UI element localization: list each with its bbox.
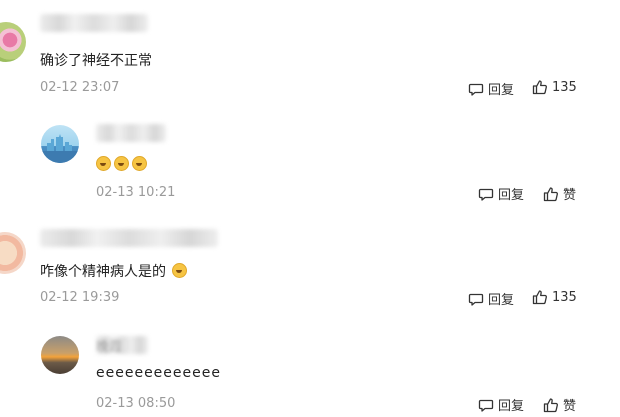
like-button[interactable]: 赞 [543, 184, 576, 203]
smile-emoji-icon [172, 263, 188, 278]
thumbs-up-icon [543, 186, 558, 201]
username[interactable] [96, 124, 166, 142]
city-skyline-icon [41, 134, 79, 163]
username[interactable] [40, 229, 218, 247]
comment-item: 确诊了神经不正常 02-12 23:07 回复 135 [0, 0, 620, 112]
like-button[interactable]: 135 [532, 79, 577, 95]
like-button[interactable]: 135 [532, 289, 577, 305]
laugh-cry-emoji-icon [114, 156, 129, 171]
like-count: 135 [552, 79, 577, 95]
thumbs-up-icon [543, 397, 558, 412]
comment-time: 02-12 23:07 [40, 80, 120, 95]
reply-button[interactable]: 回复 [478, 184, 524, 203]
avatar[interactable] [0, 22, 26, 62]
reply-item: 02-13 10:21 回复 赞 [0, 112, 620, 210]
username-partial: 晚霞 [96, 340, 123, 355]
comment-icon [478, 188, 494, 201]
reply-time: 02-13 08:50 [96, 396, 176, 411]
reply-label: 回复 [488, 293, 515, 308]
comment-text: 咋像个精神病人是的 [40, 261, 190, 281]
avatar[interactable] [41, 125, 79, 163]
like-label: 赞 [563, 188, 577, 203]
reply-time: 02-13 10:21 [96, 185, 176, 200]
reply-button[interactable]: 回复 [478, 395, 524, 414]
comment-item: 咋像个精神病人是的 02-12 19:39 回复 135 [0, 210, 620, 320]
like-count: 135 [552, 289, 577, 305]
username[interactable] [40, 14, 148, 32]
avatar[interactable] [0, 232, 26, 274]
like-button[interactable]: 赞 [543, 395, 576, 414]
comment-text-content: 咋像个精神病人是的 [40, 264, 166, 280]
reply-item: eeeeeeeeeeeee 02-13 08:50 回复 赞 晚霞 [0, 320, 620, 417]
reply-emoji-row [96, 156, 150, 173]
laugh-cry-emoji-icon [132, 156, 147, 171]
reply-label: 回复 [488, 83, 515, 98]
avatar[interactable] [41, 336, 79, 374]
reply-label: 回复 [498, 399, 525, 414]
thumbs-up-icon [532, 80, 547, 95]
comment-text: 确诊了神经不正常 [40, 53, 152, 69]
reply-label: 回复 [498, 188, 525, 203]
reply-button[interactable]: 回复 [468, 79, 514, 98]
comment-icon [468, 293, 484, 306]
thumbs-up-icon [532, 290, 547, 305]
laugh-cry-emoji-icon [96, 156, 111, 171]
comment-icon [478, 399, 494, 412]
reply-text: eeeeeeeeeeeee [96, 365, 221, 381]
like-label: 赞 [563, 399, 577, 414]
comment-time: 02-12 19:39 [40, 290, 120, 305]
comment-icon [468, 83, 484, 96]
reply-button[interactable]: 回复 [468, 289, 514, 308]
